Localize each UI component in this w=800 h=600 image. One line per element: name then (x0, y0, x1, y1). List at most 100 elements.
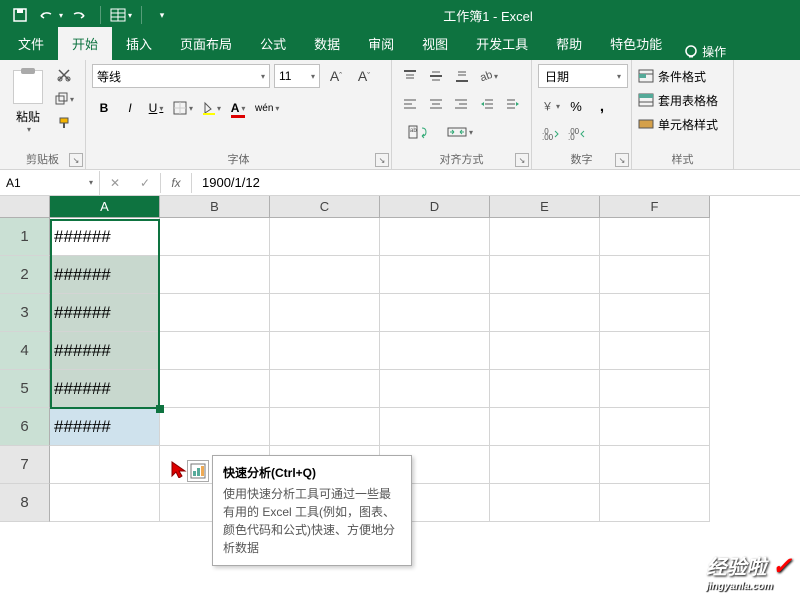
cell-F5[interactable] (600, 370, 710, 408)
tell-me[interactable]: 操作 (676, 43, 734, 60)
cell-E2[interactable] (490, 256, 600, 294)
number-format-combo[interactable]: 日期▾ (538, 64, 628, 88)
cell-E6[interactable] (490, 408, 600, 446)
cell-C2[interactable] (270, 256, 380, 294)
row-header-6[interactable]: 6 (0, 408, 50, 446)
number-dialog-icon[interactable]: ↘ (615, 153, 629, 167)
cell-C1[interactable] (270, 218, 380, 256)
row-header-7[interactable]: 7 (0, 446, 50, 484)
copy-icon[interactable]: ▾ (52, 88, 76, 110)
cell-E4[interactable] (490, 332, 600, 370)
col-header-E[interactable]: E (490, 196, 600, 218)
border-icon[interactable]: ▾ (170, 96, 196, 120)
fill-handle[interactable] (156, 405, 164, 413)
percent-icon[interactable]: % (564, 94, 588, 118)
save-icon[interactable] (6, 3, 34, 27)
name-box[interactable]: A1▾ (0, 171, 100, 195)
cell-F2[interactable] (600, 256, 710, 294)
fx-icon[interactable]: fx (160, 173, 192, 193)
col-header-F[interactable]: F (600, 196, 710, 218)
font-name-combo[interactable]: 等线▾ (92, 64, 270, 88)
cell-D2[interactable] (380, 256, 490, 294)
cell-A4[interactable]: ###### (50, 332, 160, 370)
cell-C3[interactable] (270, 294, 380, 332)
align-bottom-icon[interactable] (450, 64, 474, 88)
cell-E8[interactable] (490, 484, 600, 522)
tab-data[interactable]: 数据 (300, 27, 354, 60)
cell-E5[interactable] (490, 370, 600, 408)
quick-analysis-button[interactable] (187, 460, 209, 482)
italic-button[interactable]: I (118, 96, 142, 120)
tab-formula[interactable]: 公式 (246, 27, 300, 60)
cell-F1[interactable] (600, 218, 710, 256)
font-dialog-icon[interactable]: ↘ (375, 153, 389, 167)
cell-F4[interactable] (600, 332, 710, 370)
clipboard-dialog-icon[interactable]: ↘ (69, 153, 83, 167)
formula-bar[interactable]: 1900/1/12 (192, 175, 800, 190)
underline-button[interactable]: U▾ (144, 96, 168, 120)
col-header-C[interactable]: C (270, 196, 380, 218)
cell-B6[interactable] (160, 408, 270, 446)
tab-dev[interactable]: 开发工具 (462, 27, 542, 60)
table-format-button[interactable]: 套用表格格 (638, 88, 727, 112)
cell-A5[interactable]: ###### (50, 370, 160, 408)
align-dialog-icon[interactable]: ↘ (515, 153, 529, 167)
row-header-1[interactable]: 1 (0, 218, 50, 256)
increase-indent-icon[interactable] (501, 92, 525, 116)
table-icon[interactable]: ▾ (107, 3, 135, 27)
tab-view[interactable]: 视图 (408, 27, 462, 60)
increase-decimal-icon[interactable]: .0.00 (538, 122, 562, 146)
tab-layout[interactable]: 页面布局 (166, 27, 246, 60)
decrease-font-icon[interactable]: Aˇ (352, 64, 376, 88)
cell-A2[interactable]: ###### (50, 256, 160, 294)
qat-customize-icon[interactable]: ▾ (148, 3, 176, 27)
cut-icon[interactable] (52, 64, 76, 86)
row-header-5[interactable]: 5 (0, 370, 50, 408)
select-all-corner[interactable] (0, 196, 50, 218)
format-painter-icon[interactable] (52, 112, 76, 134)
row-header-2[interactable]: 2 (0, 256, 50, 294)
bold-button[interactable]: B (92, 96, 116, 120)
decrease-decimal-icon[interactable]: .00.0 (564, 122, 588, 146)
comma-icon[interactable]: , (590, 94, 614, 118)
phonetic-icon[interactable]: wén▾ (252, 96, 282, 120)
col-header-D[interactable]: D (380, 196, 490, 218)
cell-D6[interactable] (380, 408, 490, 446)
font-color-icon[interactable]: A▾ (226, 96, 250, 120)
cell-B3[interactable] (160, 294, 270, 332)
row-header-3[interactable]: 3 (0, 294, 50, 332)
align-middle-icon[interactable] (424, 64, 448, 88)
cell-A6[interactable]: ###### (50, 408, 160, 446)
cell-E7[interactable] (490, 446, 600, 484)
merge-icon[interactable]: ▾ (440, 120, 480, 144)
font-size-combo[interactable]: 11▾ (274, 64, 320, 88)
tab-review[interactable]: 审阅 (354, 27, 408, 60)
cell-B5[interactable] (160, 370, 270, 408)
cell-A3[interactable]: ###### (50, 294, 160, 332)
cell-A1[interactable]: ###### (50, 218, 160, 256)
cell-style-button[interactable]: 单元格样式 (638, 112, 727, 136)
cancel-formula-icon[interactable]: ✕ (100, 171, 130, 195)
cell-F7[interactable] (600, 446, 710, 484)
cell-D5[interactable] (380, 370, 490, 408)
tab-help[interactable]: 帮助 (542, 27, 596, 60)
cell-A8[interactable] (50, 484, 160, 522)
tab-file[interactable]: 文件 (4, 27, 58, 60)
tab-special[interactable]: 特色功能 (596, 27, 676, 60)
fill-color-icon[interactable]: ▾ (198, 96, 224, 120)
accounting-icon[interactable]: ￥▾ (538, 94, 562, 118)
tab-home[interactable]: 开始 (58, 27, 112, 60)
decrease-indent-icon[interactable] (475, 92, 499, 116)
cell-E3[interactable] (490, 294, 600, 332)
align-center-icon[interactable] (424, 92, 448, 116)
undo-icon[interactable]: ▾ (36, 3, 64, 27)
align-right-icon[interactable] (450, 92, 474, 116)
row-header-8[interactable]: 8 (0, 484, 50, 522)
cell-D1[interactable] (380, 218, 490, 256)
tab-insert[interactable]: 插入 (112, 27, 166, 60)
cell-C5[interactable] (270, 370, 380, 408)
cell-A7[interactable] (50, 446, 160, 484)
cell-F6[interactable] (600, 408, 710, 446)
increase-font-icon[interactable]: Aˆ (324, 64, 348, 88)
align-top-icon[interactable] (398, 64, 422, 88)
